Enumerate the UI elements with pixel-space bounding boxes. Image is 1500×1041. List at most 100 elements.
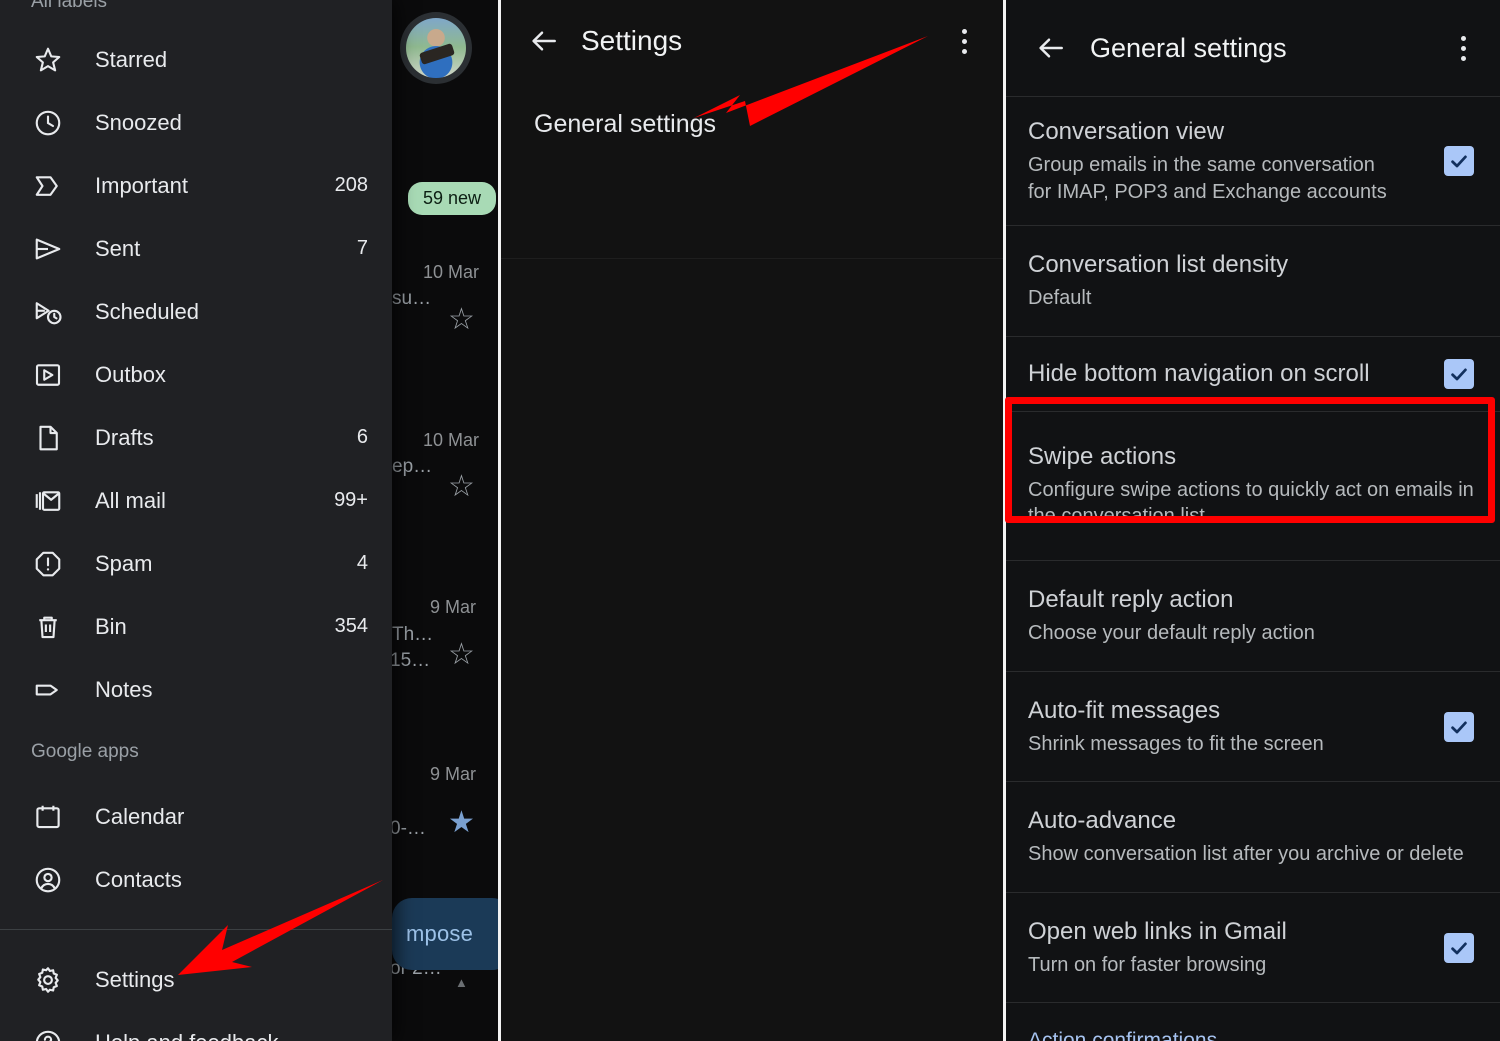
sidebar-item-label: Drafts: [95, 424, 154, 450]
sidebar-item-label: Help and feedback: [95, 1030, 368, 1041]
sidebar-item-starred[interactable]: Starred: [0, 28, 392, 91]
mail-row-date: 10 Mar: [423, 430, 480, 450]
setting-texts: Conversation list density Default: [1028, 250, 1474, 312]
sidebar-item-label: Calendar: [95, 803, 185, 829]
general-settings-appbar: General settings: [1006, 0, 1500, 96]
nav-drawer-panel: 59 new 10 Mar su… ☆ 10 Mar ep… ☆ 9 Mar T…: [0, 0, 498, 1041]
section-subheader-action-confirmations: Action confirmations: [1006, 1002, 1500, 1041]
sidebar-item-notes[interactable]: Notes: [0, 658, 392, 721]
help-icon: [31, 1026, 65, 1041]
sidebar-item-contacts[interactable]: Contacts: [0, 848, 392, 911]
sidebar-item-count: 208: [334, 174, 368, 196]
sidebar-item-outbox[interactable]: Outbox: [0, 343, 392, 406]
trash-icon: [31, 610, 65, 644]
sidebar-item-count: 354: [334, 615, 368, 637]
mail-row-snippet: 0-…: [390, 818, 426, 839]
gear-icon: [31, 963, 65, 997]
setting-subtitle: Show conversation list after you archive…: [1028, 843, 1464, 866]
back-arrow-icon[interactable]: [527, 24, 561, 58]
mail-row-snippet: ep…: [392, 456, 433, 477]
setting-subtitle: Choose your default reply action: [1028, 621, 1315, 644]
setting-texts: Conversation view Group emails in the sa…: [1028, 117, 1426, 205]
sidebar-item-count: 7: [356, 237, 368, 259]
mail-row-snippet-2: 15…: [390, 650, 431, 671]
setting-row-conversation-view[interactable]: Conversation view Group emails in the sa…: [1006, 96, 1500, 225]
checkbox-open-web-links[interactable]: [1444, 932, 1474, 963]
all-labels-heading: All labels: [31, 0, 108, 12]
star-icon[interactable]: ☆: [448, 640, 475, 670]
navigation-drawer: All labels Starred Snoozed Important 208…: [0, 0, 392, 1041]
sidebar-item-label: Outbox: [95, 361, 166, 387]
sidebar-item-important[interactable]: Important 208: [0, 154, 392, 217]
setting-subtitle: Default: [1028, 287, 1092, 310]
settings-appbar: Settings: [501, 0, 1003, 82]
sidebar-item-drafts[interactable]: Drafts 6: [0, 406, 392, 469]
checkbox-conversation-view[interactable]: [1444, 146, 1474, 177]
star-icon[interactable]: ☆: [448, 472, 475, 502]
sidebar-item-label: Scheduled: [95, 298, 199, 324]
general-settings-entry[interactable]: General settings: [501, 82, 1003, 139]
all-mail-icon: [31, 484, 65, 518]
checkbox-auto-fit-messages[interactable]: [1444, 711, 1474, 742]
screenshot-root: 59 new 10 Mar su… ☆ 10 Mar ep… ☆ 9 Mar T…: [0, 0, 1500, 1041]
sidebar-item-all-mail[interactable]: All mail 99+: [0, 469, 392, 532]
compose-button[interactable]: mpose: [392, 898, 498, 970]
setting-row-auto-advance[interactable]: Auto-advance Show conversation list afte…: [1006, 781, 1500, 892]
sidebar-item-label: Sent: [95, 235, 141, 261]
settings-list: Conversation view Group emails in the sa…: [1006, 96, 1500, 1041]
star-icon-filled[interactable]: ★: [448, 808, 475, 838]
collapse-caret-icon: ▲: [455, 975, 468, 990]
sidebar-item-count: 6: [356, 426, 368, 448]
checkbox-hide-bottom-navigation[interactable]: [1444, 358, 1474, 389]
setting-texts: Default reply action Choose your default…: [1028, 585, 1474, 647]
setting-texts: Auto-advance Show conversation list afte…: [1028, 806, 1474, 868]
clock-icon: [31, 106, 65, 140]
setting-subtitle: Group emails in the same conversation fo…: [1028, 153, 1387, 203]
setting-row-swipe-actions[interactable]: Swipe actions Configure swipe actions to…: [1006, 410, 1500, 560]
setting-title: Auto-advance: [1028, 807, 1177, 835]
setting-texts: Hide bottom navigation on scroll: [1028, 359, 1426, 389]
setting-row-hide-bottom-navigation[interactable]: Hide bottom navigation on scroll: [1006, 335, 1500, 411]
setting-subtitle: Shrink messages to fit the screen: [1028, 732, 1324, 755]
draft-icon: [31, 421, 65, 455]
sidebar-item-settings[interactable]: Settings: [0, 948, 392, 1011]
sidebar-item-calendar[interactable]: Calendar: [0, 785, 392, 848]
setting-row-open-web-links[interactable]: Open web links in Gmail Turn on for fast…: [1006, 891, 1500, 1003]
general-settings-panel: General settings Conversation view Group…: [1006, 0, 1500, 1041]
page-title: Settings: [581, 25, 683, 56]
calendar-icon: [31, 800, 65, 834]
sidebar-item-scheduled[interactable]: Scheduled: [0, 280, 392, 343]
setting-title: Open web links in Gmail: [1028, 917, 1287, 945]
mail-row-snippet: Th…: [392, 624, 434, 645]
sidebar-item-snoozed[interactable]: Snoozed: [0, 91, 392, 154]
google-apps-heading: Google apps: [31, 741, 139, 762]
sidebar-item-spam[interactable]: Spam 4: [0, 532, 392, 595]
spam-icon: [31, 547, 65, 581]
avatar[interactable]: [400, 12, 472, 84]
more-vert-icon[interactable]: [1448, 31, 1478, 65]
setting-title: Default reply action: [1028, 586, 1234, 614]
contacts-icon: [31, 863, 65, 897]
mail-row-date: 9 Mar: [430, 597, 477, 617]
setting-row-conversation-list-density[interactable]: Conversation list density Default: [1006, 225, 1500, 336]
settings-panel: Settings General settings Add account: [501, 0, 1003, 1041]
setting-title: Swipe actions: [1028, 442, 1177, 470]
settings-divider: [501, 258, 1003, 259]
more-vert-icon[interactable]: [949, 24, 979, 58]
sidebar-item-label: Contacts: [95, 866, 182, 892]
setting-texts: Auto-fit messages Shrink messages to fit…: [1028, 696, 1426, 758]
setting-row-auto-fit-messages[interactable]: Auto-fit messages Shrink messages to fit…: [1006, 670, 1500, 782]
sidebar-item-count: 4: [356, 552, 368, 574]
back-arrow-icon[interactable]: [1034, 31, 1068, 65]
sidebar-item-sent[interactable]: Sent 7: [0, 217, 392, 280]
sidebar-item-help-and-feedback[interactable]: Help and feedback: [0, 1011, 392, 1041]
setting-title: Conversation list density: [1028, 251, 1289, 279]
label-icon: [31, 673, 65, 707]
sidebar-item-label: Spam: [95, 550, 153, 576]
star-icon[interactable]: ☆: [448, 305, 475, 335]
setting-row-default-reply-action[interactable]: Default reply action Choose your default…: [1006, 560, 1500, 671]
setting-title: Conversation view: [1028, 118, 1225, 145]
mail-row-date: 10 Mar: [423, 262, 480, 282]
setting-title: Hide bottom navigation on scroll: [1028, 360, 1370, 388]
sidebar-item-bin[interactable]: Bin 354: [0, 595, 392, 658]
